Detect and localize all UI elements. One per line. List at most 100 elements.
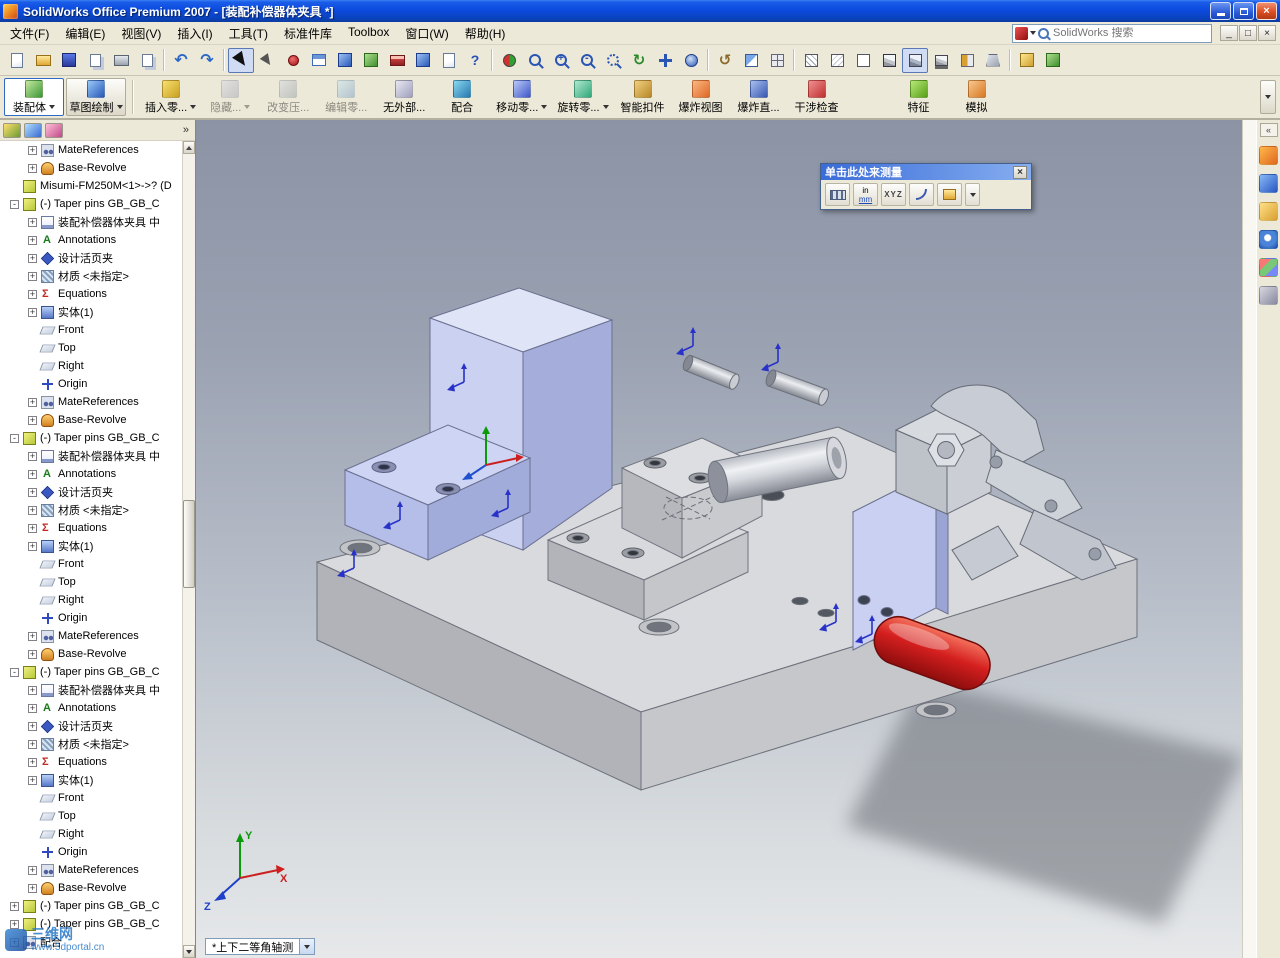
expand-toggle[interactable]: + xyxy=(28,235,37,245)
menu-item[interactable]: 工具(T) xyxy=(221,22,276,45)
menu-item[interactable]: Toolbox xyxy=(340,22,397,45)
expand-toggle[interactable]: + xyxy=(28,649,37,659)
toolbar-button[interactable] xyxy=(712,48,738,73)
measure-toolbar-titlebar[interactable]: 单击此处来测量 × xyxy=(821,164,1031,180)
command-button[interactable]: 特征 xyxy=(890,78,948,116)
units-button[interactable]: in mm xyxy=(853,183,878,206)
cmdmgr-overflow-button[interactable] xyxy=(1260,80,1276,114)
toolbar-button[interactable] xyxy=(228,47,254,73)
command-button[interactable]: 干涉检查 xyxy=(788,78,846,116)
panel-chevron[interactable]: » xyxy=(180,124,192,136)
toolbar-button[interactable] xyxy=(850,48,876,73)
toolbar-button[interactable] xyxy=(332,48,358,73)
toolbar-button[interactable] xyxy=(1014,48,1040,73)
toolbar-button[interactable] xyxy=(30,48,56,73)
tree-row[interactable]: + MateReferences xyxy=(0,627,182,645)
tree-row[interactable]: + Annotations xyxy=(0,231,182,249)
minimize-button[interactable] xyxy=(1210,2,1231,20)
tree-row[interactable]: + 材质 <未指定> xyxy=(0,501,182,519)
propertymanager-tab-icon[interactable] xyxy=(24,122,42,138)
toolbar-button[interactable] xyxy=(108,48,134,73)
tree-row[interactable]: + (-) Taper pins GB_GB_C xyxy=(0,897,182,915)
toolbar-button[interactable] xyxy=(384,48,410,73)
tree-row[interactable]: Top xyxy=(0,339,182,357)
document-close-button[interactable]: × xyxy=(1258,25,1276,41)
command-button[interactable]: 旋转零... xyxy=(552,78,613,116)
expand-toggle[interactable]: + xyxy=(28,253,37,263)
tree-row[interactable]: - (-) Taper pins GB_GB_C xyxy=(0,663,182,681)
document-restore-button[interactable]: □ xyxy=(1239,25,1257,41)
tree-row[interactable]: Right xyxy=(0,825,182,843)
tree-row[interactable]: + MateReferences xyxy=(0,861,182,879)
toolbar-button[interactable] xyxy=(764,48,790,73)
command-manager-tab[interactable]: 装配体 xyxy=(4,78,64,116)
expand-toggle[interactable]: + xyxy=(28,721,37,731)
toolbar-button[interactable] xyxy=(738,48,764,73)
tree-row[interactable]: + Base-Revolve xyxy=(0,645,182,663)
command-button[interactable]: 智能扣件 xyxy=(614,78,672,116)
tree-row[interactable]: + Base-Revolve xyxy=(0,159,182,177)
toolbar-button[interactable] xyxy=(168,48,194,73)
tree-row[interactable]: + 实体(1) xyxy=(0,771,182,789)
tree-row[interactable]: + 设计活页夹 xyxy=(0,717,182,735)
tree-scrollbar[interactable] xyxy=(182,141,195,958)
scroll-up-button[interactable] xyxy=(183,141,195,154)
toolbar-button[interactable] xyxy=(4,48,30,73)
taskpane-splitter[interactable] xyxy=(1242,120,1256,958)
taskpane-icon[interactable] xyxy=(1259,258,1278,277)
command-button[interactable]: 配合 xyxy=(433,78,491,116)
model-pin-2[interactable] xyxy=(764,369,830,407)
toolbar-button[interactable] xyxy=(462,48,488,73)
toolbar-button[interactable] xyxy=(56,48,82,73)
taskpane-collapse-button[interactable]: « xyxy=(1259,123,1278,137)
toolbar-button[interactable] xyxy=(824,48,850,73)
expand-toggle[interactable]: + xyxy=(28,739,37,749)
tree-row[interactable]: Front xyxy=(0,555,182,573)
document-minimize-button[interactable]: _ xyxy=(1220,25,1238,41)
toolbar-button[interactable] xyxy=(134,48,160,73)
expand-toggle[interactable]: + xyxy=(28,145,37,155)
toolbar-button[interactable] xyxy=(954,48,980,73)
toolbar-button[interactable] xyxy=(280,48,306,73)
toolbar-button[interactable] xyxy=(574,48,600,73)
tree-row[interactable]: + Base-Revolve xyxy=(0,411,182,429)
expand-toggle[interactable]: + xyxy=(28,271,37,281)
toolbar-button[interactable] xyxy=(928,48,954,73)
tree-row[interactable]: Right xyxy=(0,591,182,609)
tree-row[interactable]: + Equations xyxy=(0,519,182,537)
expand-toggle[interactable]: + xyxy=(28,883,37,893)
export-button[interactable] xyxy=(937,183,962,206)
tree-row[interactable]: Origin xyxy=(0,609,182,627)
tree-row[interactable]: Front xyxy=(0,789,182,807)
tree-row[interactable]: + Equations xyxy=(0,753,182,771)
toolbar-button[interactable] xyxy=(358,48,384,73)
tree-row[interactable]: Origin xyxy=(0,843,182,861)
taskpane-icon[interactable] xyxy=(1259,230,1278,249)
tree-row[interactable]: Right xyxy=(0,357,182,375)
expand-toggle[interactable]: + xyxy=(28,775,37,785)
toolbar-button[interactable] xyxy=(522,48,548,73)
tree-row[interactable]: + 材质 <未指定> xyxy=(0,267,182,285)
toolbar-button[interactable] xyxy=(194,48,220,73)
toolbar-button[interactable] xyxy=(798,48,824,73)
expand-toggle[interactable]: + xyxy=(28,487,37,497)
toolbar-button[interactable] xyxy=(306,48,332,73)
tree-row[interactable]: Front xyxy=(0,321,182,339)
expand-toggle[interactable]: + xyxy=(28,631,37,641)
tree-row[interactable]: - (-) Taper pins GB_GB_C xyxy=(0,429,182,447)
expand-toggle[interactable]: + xyxy=(28,865,37,875)
expand-toggle[interactable]: + xyxy=(10,901,19,911)
restore-button[interactable] xyxy=(1233,2,1254,20)
tree-row[interactable]: + 装配补偿器体夹具 中 xyxy=(0,681,182,699)
toolbar-button[interactable] xyxy=(436,48,462,73)
model-pin-1[interactable] xyxy=(681,354,741,391)
measure-toolbar[interactable]: 单击此处来测量 × in mm XYZ xyxy=(820,163,1032,210)
measure-button[interactable] xyxy=(825,183,850,206)
toolbar-button[interactable] xyxy=(410,48,436,73)
measure-close-button[interactable]: × xyxy=(1013,165,1027,179)
menu-item[interactable]: 视图(V) xyxy=(113,22,169,45)
expand-toggle[interactable]: + xyxy=(28,163,37,173)
configurationmanager-tab-icon[interactable] xyxy=(45,122,63,138)
menu-item[interactable]: 编辑(E) xyxy=(57,22,113,45)
toolbar-button[interactable] xyxy=(678,48,704,73)
